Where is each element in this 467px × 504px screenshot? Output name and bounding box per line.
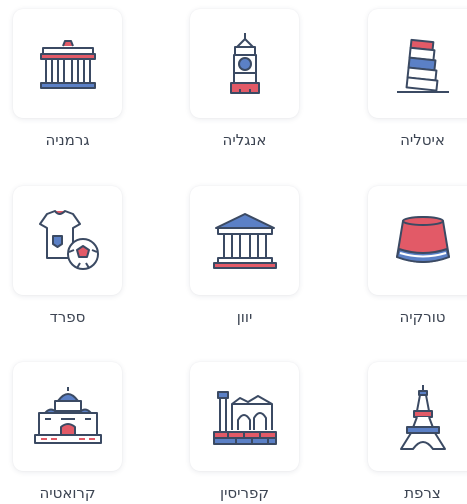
leaning-tower-icon — [396, 38, 449, 93]
country-card[interactable] — [13, 186, 122, 295]
country-label: אנגליה — [222, 131, 267, 149]
country-label: טורקיה — [399, 308, 446, 326]
country-label: קרואטיה — [39, 484, 96, 502]
big-ben-icon — [229, 32, 260, 94]
country-card[interactable] — [368, 362, 467, 471]
country-tile-greece[interactable]: יוון — [190, 186, 299, 336]
eiffel-tower-icon — [399, 384, 446, 450]
football-jersey-icon — [38, 209, 99, 270]
country-tile-cyprus[interactable]: קפריסין — [190, 362, 299, 504]
country-label: קפריסין — [219, 484, 269, 502]
country-label: יוון — [236, 308, 253, 326]
country-label: ספרד — [49, 308, 86, 326]
country-card[interactable] — [368, 9, 467, 118]
country-card[interactable] — [13, 9, 122, 118]
country-card[interactable] — [190, 362, 299, 471]
country-tile-england[interactable]: אנגליה — [190, 9, 299, 159]
country-card[interactable] — [190, 9, 299, 118]
country-tile-germany[interactable]: גרמניה — [13, 9, 122, 159]
cathedral-icon — [33, 386, 102, 444]
country-label: גרמניה — [45, 131, 90, 149]
country-tile-france[interactable]: צרפת — [368, 362, 467, 504]
greek-temple-icon — [212, 212, 277, 269]
fez-hat-icon — [395, 215, 450, 263]
destinations-grid: גרמניה אנגליה איטליה ספרד יוון טורקיה קר… — [0, 0, 467, 504]
ancient-ruins-icon — [212, 390, 277, 445]
country-tile-croatia[interactable]: קרואטיה — [13, 362, 122, 504]
country-label: צרפת — [404, 484, 441, 502]
country-card[interactable] — [190, 186, 299, 295]
country-label: איטליה — [400, 131, 445, 149]
country-card[interactable] — [13, 362, 122, 471]
country-card[interactable] — [368, 186, 467, 295]
country-tile-spain[interactable]: ספרד — [13, 186, 122, 336]
country-tile-turkey[interactable]: טורקיה — [368, 186, 467, 336]
brandenburg-gate-icon — [39, 39, 96, 89]
country-tile-italy[interactable]: איטליה — [368, 9, 467, 159]
